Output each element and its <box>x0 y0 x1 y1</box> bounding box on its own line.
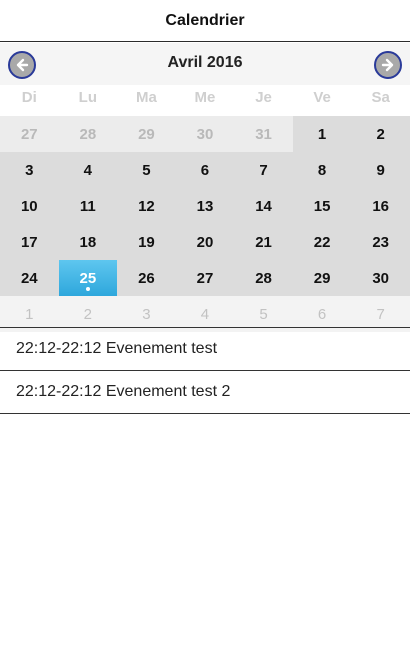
day-cell[interactable]: 15 <box>292 188 352 224</box>
day-cell[interactable]: 28 <box>58 116 118 152</box>
day-cell[interactable]: 29 <box>117 116 176 152</box>
week-row: 27 28 29 30 31 1 2 <box>0 116 410 152</box>
day-cell[interactable]: 2 <box>351 116 410 152</box>
selected-day-label: 25 <box>79 269 97 287</box>
event-indicator-dot <box>85 287 90 291</box>
day-cell[interactable]: 10 <box>0 188 59 224</box>
day-cell[interactable]: 23 <box>351 224 410 260</box>
event-list: 22:12-22:12 Evenement test 22:12-22:12 E… <box>0 327 410 414</box>
day-cell[interactable]: 16 <box>351 188 410 224</box>
weekday-label: Ve <box>313 89 331 106</box>
arrow-right-icon <box>380 57 396 73</box>
page-title: Calendrier <box>165 11 245 29</box>
day-cell[interactable]: 24 <box>0 260 59 296</box>
day-cell[interactable]: 6 <box>175 152 235 188</box>
weekday-label: Ma <box>135 89 157 106</box>
day-cell[interactable]: 27 <box>0 116 59 152</box>
day-cell[interactable]: 4 <box>58 152 118 188</box>
day-cell[interactable]: 28 <box>234 260 293 296</box>
arrow-left-icon <box>14 57 30 73</box>
weekday-label: Me <box>194 89 216 106</box>
app-header: Calendrier <box>0 0 410 42</box>
day-cell[interactable]: 18 <box>58 224 118 260</box>
day-cell[interactable]: 20 <box>175 224 235 260</box>
day-cell[interactable]: 31 <box>234 116 293 152</box>
week-row: 24 25 26 27 28 29 30 <box>0 260 410 296</box>
day-cell[interactable]: 29 <box>292 260 352 296</box>
week-row: 10 11 12 13 14 15 16 <box>0 188 410 224</box>
day-cell[interactable]: 21 <box>234 224 293 260</box>
month-bar: Avril 2016 <box>0 43 410 85</box>
day-grid: 27 28 29 30 31 1 2 3 4 5 6 7 8 9 10 11 1… <box>0 116 410 332</box>
event-label: 22:12-22:12 Evenement test <box>16 340 218 357</box>
day-cell[interactable]: 8 <box>292 152 352 188</box>
week-row: 17 18 19 20 21 22 23 <box>0 224 410 260</box>
day-cell[interactable]: 13 <box>175 188 235 224</box>
month-title: Avril 2016 <box>167 54 243 71</box>
day-cell[interactable]: 22 <box>292 224 352 260</box>
day-cell[interactable]: 14 <box>234 188 293 224</box>
day-cell[interactable]: 7 <box>234 152 293 188</box>
day-cell[interactable]: 30 <box>175 116 235 152</box>
event-item[interactable]: 22:12-22:12 Evenement test 2 <box>0 370 410 414</box>
weekday-header: Di Lu Ma Me Je Ve Sa <box>0 83 410 113</box>
weekday-label: Je <box>255 89 272 106</box>
week-row: 3 4 5 6 7 8 9 <box>0 152 410 188</box>
weekday-label: Lu <box>78 89 97 106</box>
weekday-label: Di <box>21 89 37 106</box>
day-cell[interactable]: 3 <box>0 152 59 188</box>
prev-month-button[interactable] <box>8 51 36 79</box>
next-month-button[interactable] <box>374 51 402 79</box>
day-cell[interactable]: 5 <box>117 152 176 188</box>
day-cell[interactable]: 19 <box>117 224 176 260</box>
event-item[interactable]: 22:12-22:12 Evenement test <box>0 327 410 370</box>
day-cell[interactable]: 11 <box>58 188 118 224</box>
calendar: Avril 2016 Di Lu Ma Me Je Ve Sa 27 28 29… <box>0 43 410 332</box>
day-cell[interactable]: 9 <box>351 152 410 188</box>
event-label: 22:12-22:12 Evenement test 2 <box>16 383 231 400</box>
weekday-label: Sa <box>371 89 390 106</box>
day-cell[interactable]: 30 <box>351 260 410 296</box>
day-cell[interactable]: 26 <box>117 260 176 296</box>
day-cell[interactable]: 27 <box>175 260 235 296</box>
day-cell[interactable]: 1 <box>292 116 352 152</box>
day-cell[interactable]: 12 <box>117 188 176 224</box>
selected-day-cell[interactable]: 25 <box>58 260 118 296</box>
day-cell[interactable]: 17 <box>0 224 59 260</box>
